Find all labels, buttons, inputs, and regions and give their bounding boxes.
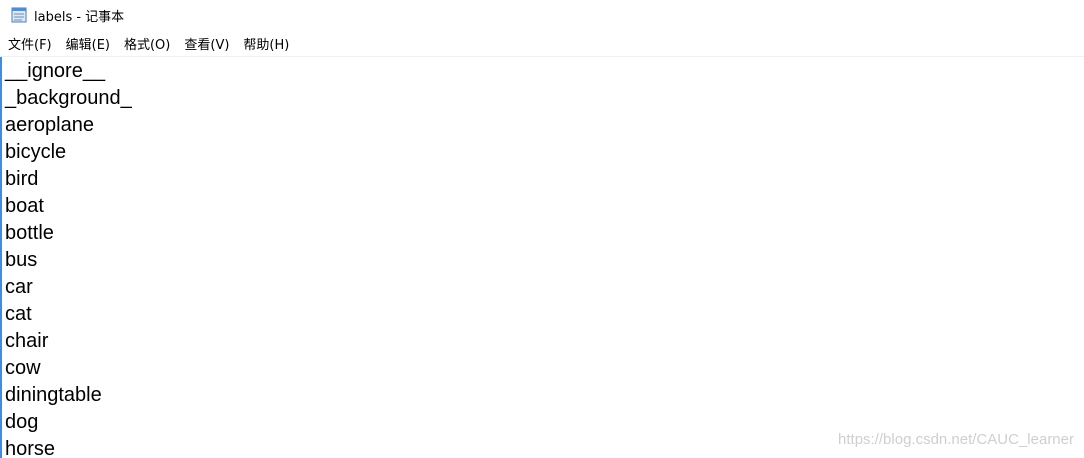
- text-line: cat: [5, 303, 32, 325]
- notepad-window: labels - 记事本 文件(F) 编辑(E) 格式(O) 查看(V) 帮助(…: [0, 0, 1084, 458]
- menu-format[interactable]: 格式(O): [118, 32, 176, 55]
- menu-file[interactable]: 文件(F): [2, 32, 58, 55]
- editor-content[interactable]: __ignore__ _background_ aeroplane bicycl…: [2, 57, 1084, 458]
- text-line: car: [5, 276, 33, 298]
- text-editor[interactable]: __ignore__ _background_ aeroplane bicycl…: [0, 57, 1084, 458]
- text-line: __ignore__: [5, 60, 106, 82]
- text-line: bottle: [5, 222, 54, 244]
- menu-view[interactable]: 查看(V): [178, 32, 235, 55]
- text-line: bus: [5, 249, 38, 271]
- text-line: aeroplane: [5, 114, 94, 136]
- menu-edit[interactable]: 编辑(E): [60, 32, 116, 55]
- menu-bar: 文件(F) 编辑(E) 格式(O) 查看(V) 帮助(H): [0, 30, 1084, 57]
- title-bar[interactable]: labels - 记事本: [0, 0, 1084, 30]
- text-line: bird: [5, 168, 39, 190]
- text-line: diningtable: [5, 384, 102, 406]
- window-title: labels - 记事本: [34, 9, 125, 25]
- notepad-icon: [10, 7, 28, 23]
- text-line: boat: [5, 195, 44, 217]
- text-line: bicycle: [5, 141, 67, 163]
- text-line: chair: [5, 330, 49, 352]
- text-line: cow: [5, 357, 41, 379]
- text-line: _background_: [5, 87, 132, 109]
- menu-help[interactable]: 帮助(H): [237, 32, 295, 55]
- watermark: https://blog.csdn.net/CAUC_learner: [838, 431, 1074, 448]
